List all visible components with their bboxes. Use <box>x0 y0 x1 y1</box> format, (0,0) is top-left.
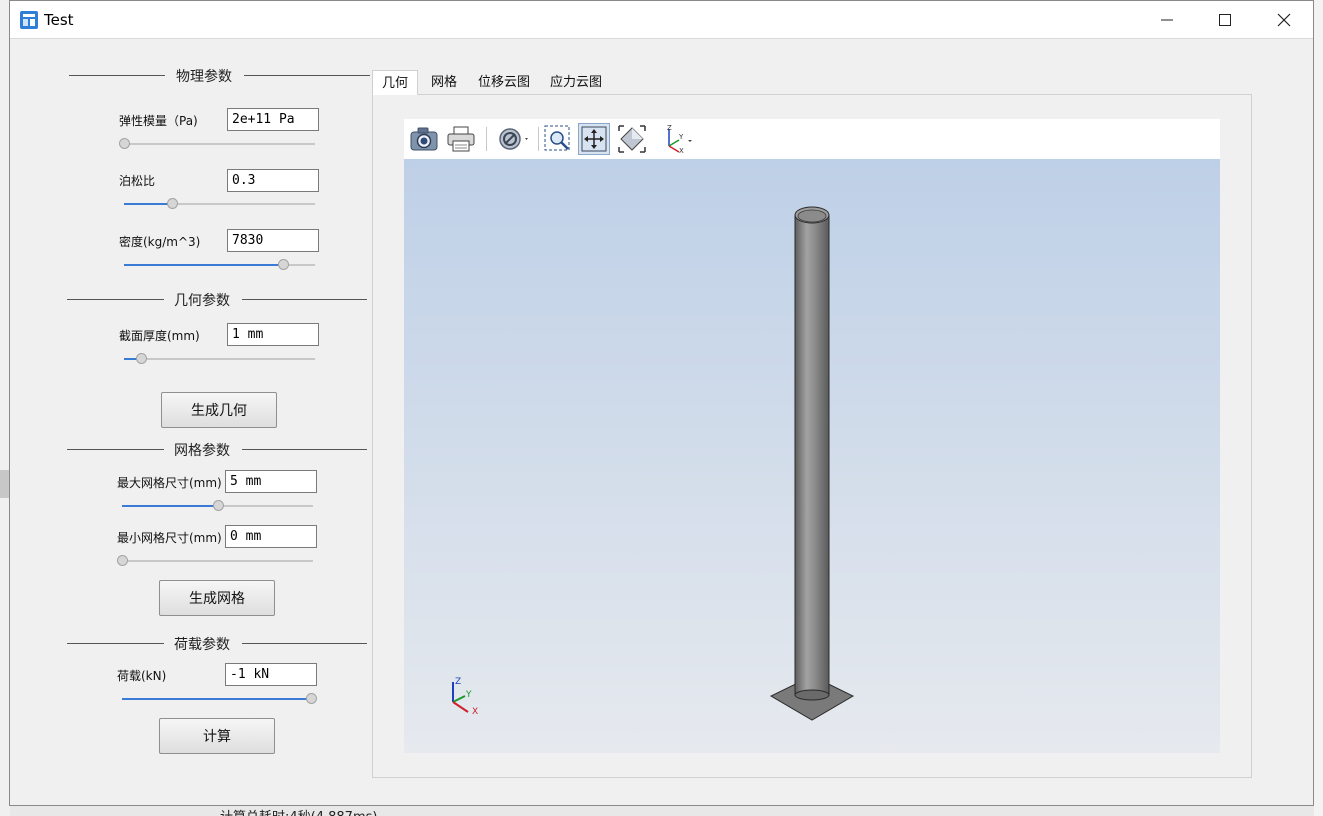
elastic-modulus-slider[interactable] <box>119 137 315 151</box>
toolbar-separator <box>486 127 487 151</box>
pan-icon[interactable] <box>578 123 610 155</box>
zoom-box-icon[interactable] <box>542 123 574 155</box>
max-mesh-size-slider[interactable] <box>122 499 313 513</box>
group-title-load: 荷载参数 <box>174 637 230 653</box>
min-mesh-size-input[interactable]: 0 mm <box>225 525 317 548</box>
app-icon <box>19 10 39 30</box>
load-input[interactable]: -1 kN <box>225 663 317 686</box>
slider-handle[interactable] <box>277 259 289 270</box>
tab-mesh[interactable]: 网格 <box>422 70 466 95</box>
generate-mesh-button[interactable]: 生成网格 <box>159 580 275 616</box>
triad-y-label: Y <box>465 690 472 700</box>
poisson-ratio-input[interactable]: 0.3 <box>227 169 319 192</box>
tab-stress-contour[interactable]: 应力云图 <box>544 70 608 95</box>
maximize-icon <box>1219 14 1231 26</box>
slider-handle[interactable] <box>166 198 178 209</box>
group-divider <box>242 299 367 300</box>
density-label: 密度(kg/m^3) <box>119 235 201 249</box>
tab-displacement-contour[interactable]: 位移云图 <box>472 70 536 95</box>
fit-all-icon[interactable] <box>615 123 649 155</box>
poisson-ratio-slider[interactable] <box>124 197 315 211</box>
triad-z-label: Z <box>455 677 461 687</box>
thickness-slider[interactable] <box>124 352 315 366</box>
calculate-button[interactable]: 计算 <box>159 718 275 754</box>
group-title-geometry: 几何参数 <box>174 293 230 309</box>
model-canvas[interactable]: Z Y X <box>404 159 1220 753</box>
camera-icon[interactable] <box>407 123 441 155</box>
close-icon <box>1277 13 1291 27</box>
title-bar[interactable]: Test <box>10 1 1313 39</box>
tab-geometry[interactable]: 几何 <box>372 70 418 95</box>
min-mesh-size-slider[interactable] <box>117 554 313 568</box>
3d-viewport[interactable]: Z Y X <box>404 159 1220 753</box>
group-divider <box>244 75 370 76</box>
background-status-text: 计算总耗时:4秒(4,887ms) <box>220 806 377 816</box>
density-input[interactable]: 7830 <box>227 229 319 252</box>
group-title-mesh: 网格参数 <box>174 443 230 459</box>
group-divider <box>67 449 164 450</box>
hide-shape-icon[interactable] <box>496 123 532 155</box>
slider-handle[interactable] <box>136 353 148 364</box>
close-button[interactable] <box>1255 1 1313 39</box>
thickness-label: 截面厚度(mm) <box>119 329 200 343</box>
group-divider <box>242 449 367 450</box>
slider-handle[interactable] <box>212 500 224 511</box>
elastic-modulus-label: 弹性模量（Pa) <box>119 114 198 128</box>
maximize-button[interactable] <box>1196 1 1254 39</box>
min-mesh-size-label: 最小网格尺寸(mm) <box>117 531 222 545</box>
slider-handle[interactable] <box>119 138 130 149</box>
toolbar-separator <box>538 127 539 151</box>
view-axes-icon[interactable]: Z Y X <box>660 123 696 155</box>
svg-text:X: X <box>679 147 684 154</box>
svg-text:Y: Y <box>678 133 684 141</box>
axis-triad: Z Y X <box>452 677 478 717</box>
thickness-input[interactable]: 1 mm <box>227 323 319 346</box>
column-cylinder <box>794 206 830 701</box>
group-divider <box>67 299 164 300</box>
max-mesh-size-input[interactable]: 5 mm <box>225 470 317 493</box>
density-slider[interactable] <box>124 258 315 272</box>
group-title-physical: 物理参数 <box>176 69 232 85</box>
slider-handle[interactable] <box>117 555 128 566</box>
poisson-ratio-label: 泊松比 <box>119 174 156 188</box>
print-icon[interactable] <box>444 123 478 155</box>
background-window-edge-right <box>1314 0 1323 816</box>
load-slider[interactable] <box>122 692 317 706</box>
group-divider <box>67 643 164 644</box>
slider-handle[interactable] <box>306 693 317 704</box>
window-title: Test <box>44 11 74 29</box>
minimize-button[interactable] <box>1138 1 1196 39</box>
generate-geometry-button[interactable]: 生成几何 <box>161 392 277 428</box>
max-mesh-size-label: 最大网格尺寸(mm) <box>117 476 222 490</box>
minimize-icon <box>1161 19 1173 21</box>
group-divider <box>69 75 165 76</box>
svg-text:Z: Z <box>667 124 672 132</box>
triad-x-label: X <box>472 707 478 717</box>
viewer-toolbar: Z Y X <box>404 119 1220 159</box>
load-label: 荷载(kN) <box>117 669 167 683</box>
group-divider <box>242 643 367 644</box>
elastic-modulus-input[interactable]: 2e+11 Pa <box>227 108 319 131</box>
